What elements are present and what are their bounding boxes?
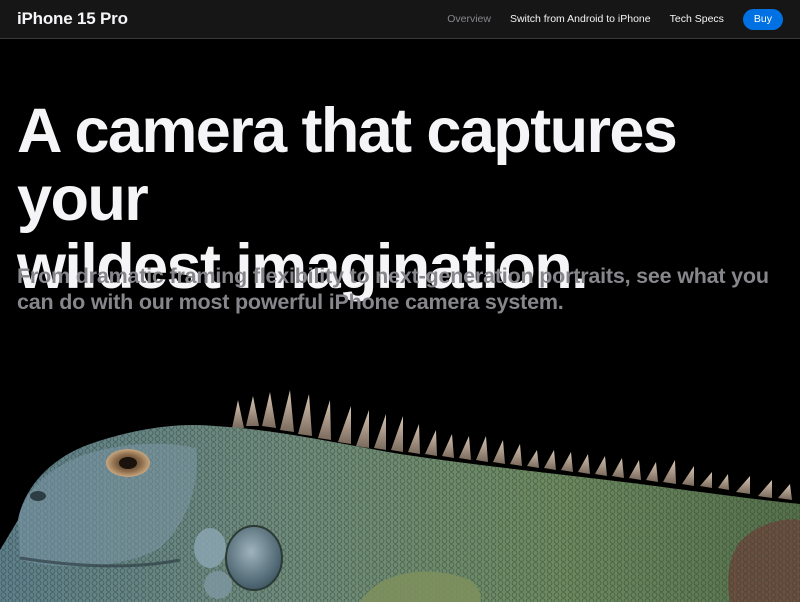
buy-button[interactable]: Buy	[742, 8, 783, 30]
hero-subhead-line-2: can do with our most powerful iPhone cam…	[17, 290, 564, 314]
local-nav: iPhone 15 Pro Overview Switch from Andro…	[0, 0, 800, 39]
hero-headline-line-1: A camera that captures your	[17, 96, 678, 234]
page: iPhone 15 Pro Overview Switch from Andro…	[0, 0, 800, 602]
iguana-illustration	[0, 390, 800, 602]
iguana-hero-image	[0, 370, 800, 602]
hero-subhead-line-1: From dramatic framing flexibility to nex…	[17, 264, 769, 288]
nav-link-tech-specs[interactable]: Tech Specs	[670, 13, 724, 25]
nav-link-overview[interactable]: Overview	[447, 13, 491, 25]
nav-links: Overview Switch from Android to iPhone T…	[428, 8, 783, 30]
product-title[interactable]: iPhone 15 Pro	[17, 9, 128, 29]
nav-link-switch-from-android[interactable]: Switch from Android to iPhone	[510, 13, 651, 25]
hero-subhead: From dramatic framing flexibility to nex…	[17, 263, 777, 315]
